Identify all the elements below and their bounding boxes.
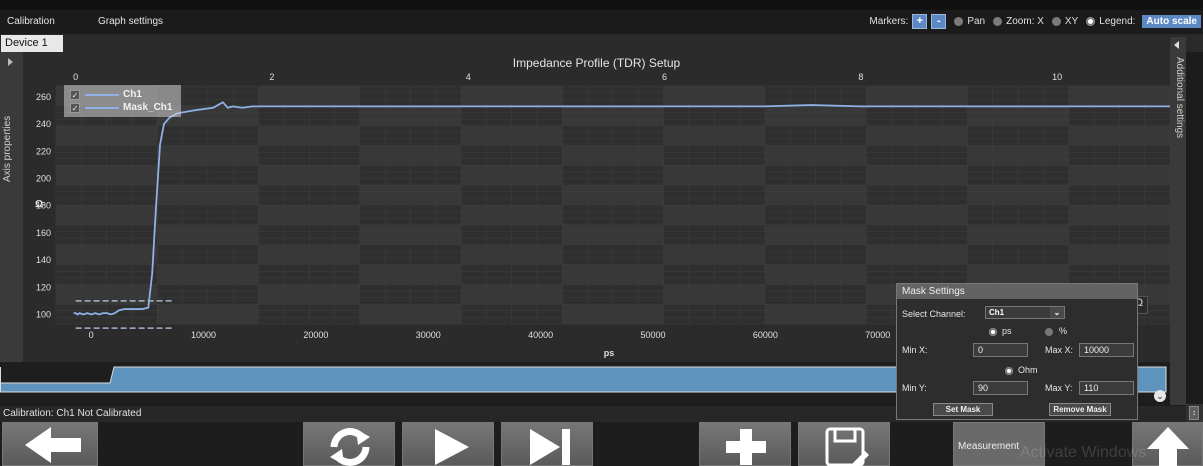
top-menu-bar: Calibration Graph settings Markers: + - …	[0, 0, 1203, 34]
save-button[interactable]	[798, 422, 890, 466]
x-top-tick-label: 4	[466, 72, 471, 82]
x-top-tick-label: 8	[858, 72, 863, 82]
additional-settings-panel[interactable]: Additional settings	[1170, 37, 1186, 405]
legend-item-ch1: ✓ Ch1	[70, 88, 142, 101]
menu-calibration[interactable]: Calibration	[7, 16, 55, 27]
markers-label: Markers:	[869, 16, 909, 27]
plus-icon	[726, 429, 766, 465]
pan-label: Pan	[967, 16, 986, 27]
scroll-thumb[interactable]: ↕	[1189, 406, 1199, 420]
remove-marker-button[interactable]: -	[931, 14, 947, 29]
select-channel-label: Select Channel:	[902, 309, 966, 319]
x-tick-label: 70000	[865, 330, 890, 340]
auto-scale-button[interactable]: Auto scale	[1142, 15, 1201, 28]
max-y-input[interactable]: 110	[1079, 381, 1134, 395]
y-tick-label: 160	[36, 228, 51, 238]
y-tick-label: 140	[36, 255, 51, 265]
arrow-left-icon	[25, 427, 81, 463]
mask-settings-title: Mask Settings	[897, 284, 1137, 299]
add-button[interactable]	[699, 422, 791, 466]
y-tick-label: 200	[36, 173, 51, 183]
x-tick-label: 20000	[303, 330, 328, 340]
min-x-label: Min X:	[902, 345, 928, 355]
scroll-down-icon[interactable]: ⌄	[1154, 390, 1166, 402]
menu-graph-settings[interactable]: Graph settings	[98, 16, 163, 27]
max-x-input[interactable]: 10000	[1079, 343, 1134, 357]
save-icon	[825, 427, 869, 466]
app-window: Calibration Graph settings Markers: + - …	[0, 0, 1203, 466]
back-button[interactable]	[2, 422, 98, 466]
mask-settings-dialog: Mask Settings Select Channel: Ch1 ⌄ ps %…	[896, 283, 1138, 420]
zoom-x-radio[interactable]	[993, 17, 1003, 26]
step-button[interactable]	[501, 422, 593, 466]
chart-legend: ✓ Ch1 ✓ Mask_Ch1	[64, 85, 181, 117]
additional-settings-label: Additional settings	[1174, 57, 1185, 139]
axis-properties-panel[interactable]: Axis properties	[0, 52, 23, 400]
zoom-xy-radio[interactable]	[1051, 17, 1061, 26]
min-y-label: Min Y:	[902, 383, 927, 393]
y-axis-label: Ω	[35, 199, 43, 210]
unit-ohm-radio[interactable]	[1005, 367, 1013, 375]
x-tick-label: 50000	[641, 330, 666, 340]
x-top-tick-label: 2	[269, 72, 274, 82]
chevron-down-icon[interactable]: ⌄	[1050, 307, 1064, 318]
x-tick-label: 40000	[528, 330, 553, 340]
x-axis-label: ps	[604, 348, 615, 358]
play-icon	[435, 429, 469, 465]
axis-properties-label: Axis properties	[2, 115, 13, 182]
unit-percent-label: %	[1059, 326, 1068, 336]
min-x-input[interactable]: 0	[973, 343, 1028, 357]
pan-radio[interactable]	[954, 17, 964, 26]
max-y-label: Max Y:	[1045, 383, 1073, 393]
y-tick-label: 100	[36, 309, 51, 319]
x-tick-label: 30000	[416, 330, 441, 340]
x-tick-label: 10000	[191, 330, 216, 340]
unit-ps-radio[interactable]	[989, 328, 997, 336]
unit-percent-radio[interactable]	[1045, 328, 1053, 336]
run-button[interactable]	[402, 422, 494, 466]
measurement-label: Measurement	[958, 441, 1020, 452]
add-marker-button[interactable]: +	[912, 14, 928, 29]
status-scrollbar[interactable]: ↕	[1186, 404, 1203, 422]
zoom-xy-label: XY	[1064, 16, 1079, 27]
legend-swatch	[85, 93, 119, 96]
y-tick-label: 220	[36, 146, 51, 156]
min-y-input[interactable]: 90	[973, 381, 1028, 395]
device-tab-strip: Device 1	[0, 34, 1203, 52]
graph-toolbar: Markers: + - Pan Zoom: X XY Legend: Auto…	[869, 14, 1201, 29]
channel-select[interactable]: Ch1 ⌄	[985, 306, 1065, 319]
refresh-button[interactable]	[303, 422, 395, 466]
legend-label-ch1: Ch1	[123, 89, 142, 100]
remove-mask-button[interactable]: Remove Mask	[1049, 403, 1111, 416]
x-tick-label: 60000	[753, 330, 778, 340]
legend-checkbox-ch1[interactable]: ✓	[70, 89, 80, 100]
x-top-tick-label: 10	[1052, 72, 1062, 82]
zoom-x-label: Zoom: X	[1006, 16, 1044, 27]
windows-watermark: Activate Windows	[1020, 444, 1147, 461]
y-tick-label: 260	[36, 92, 51, 102]
legend-label: Legend:	[1099, 16, 1136, 27]
x-top-tick-label: 0	[73, 72, 78, 82]
unit-ps-label: ps	[1002, 326, 1012, 336]
legend-swatch	[85, 106, 119, 109]
expand-arrow-icon[interactable]	[8, 58, 13, 66]
legend-checkbox-mask[interactable]: ✓	[70, 102, 80, 113]
refresh-icon	[330, 428, 370, 466]
y-tick-label: 240	[36, 119, 51, 129]
set-mask-button[interactable]: Set Mask	[933, 403, 993, 416]
skip-next-icon	[530, 429, 570, 465]
x-top-tick-label: 6	[662, 72, 667, 82]
legend-radio[interactable]	[1086, 17, 1096, 26]
legend-item-mask: ✓ Mask_Ch1	[70, 101, 172, 114]
unit-ohm-label: Ohm	[1018, 365, 1038, 375]
tab-device-1[interactable]: Device 1	[1, 35, 63, 52]
legend-label-mask: Mask_Ch1	[123, 102, 173, 113]
max-x-label: Max X:	[1045, 345, 1074, 355]
channel-select-value: Ch1	[989, 308, 1005, 317]
collapse-arrow-icon[interactable]	[1174, 41, 1179, 49]
y-tick-label: 120	[36, 282, 51, 292]
x-tick-label: 0	[89, 330, 94, 340]
